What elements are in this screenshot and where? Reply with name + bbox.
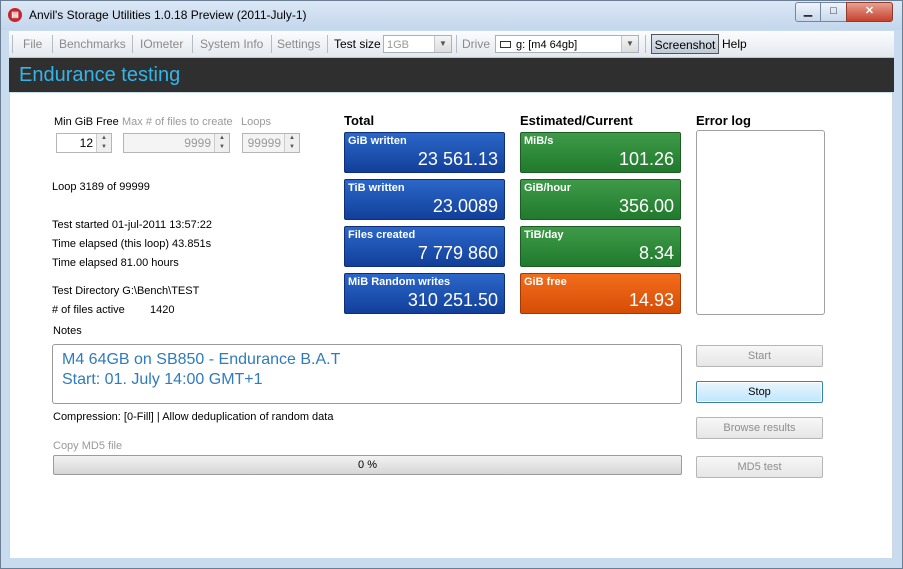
notes-label: Notes xyxy=(53,325,82,337)
compression-info: Compression: [0-Fill] | Allow deduplicat… xyxy=(53,411,334,423)
min-free-input[interactable]: 12 ▲ ▼ xyxy=(56,133,112,153)
menu-separator xyxy=(327,35,328,53)
app-logo-icon: ▤ xyxy=(8,8,22,22)
test-started: Test started 01-jul-2011 13:57:22 xyxy=(52,219,213,231)
min-free-value: 12 xyxy=(79,136,93,150)
max-files-value: 9999 xyxy=(184,136,211,150)
spin-down-icon[interactable]: ▼ xyxy=(284,143,299,152)
notes-line-2: Start: 01. July 14:00 GMT+1 xyxy=(62,371,263,388)
tile-tib-written: TiB written 23.0089 xyxy=(344,179,505,220)
tile-files-created: Files created 7 779 860 xyxy=(344,226,505,267)
min-free-label: Min GiB Free xyxy=(54,116,119,128)
menu-bar: File Benchmarks IOmeter System Info Sett… xyxy=(9,31,894,58)
drive-icon xyxy=(500,41,511,48)
tile-mib-random-writes: MiB Random writes 310 251.50 xyxy=(344,273,505,314)
tile-label: GiB free xyxy=(524,276,567,288)
tile-label: Files created xyxy=(348,229,416,241)
title-bar: ▤ Anvil's Storage Utilities 1.0.18 Previ… xyxy=(1,1,902,30)
tile-mib-per-s: MiB/s 101.26 xyxy=(520,132,681,173)
menu-separator xyxy=(12,35,13,53)
test-size-label: Test size xyxy=(334,37,381,51)
tile-label: TiB/day xyxy=(524,229,564,241)
menu-file[interactable]: File xyxy=(23,37,42,51)
drive-label: Drive xyxy=(462,37,491,51)
spin-up-icon[interactable]: ▲ xyxy=(96,134,111,143)
screenshot-button[interactable]: Screenshot xyxy=(651,34,719,54)
loop-status: Loop 3189 of 99999 xyxy=(52,181,150,193)
window-title: Anvil's Storage Utilities 1.0.18 Preview… xyxy=(29,8,307,22)
tile-gib-per-hour: GiB/hour 356.00 xyxy=(520,179,681,220)
tile-value: 8.34 xyxy=(638,243,674,263)
loops-input[interactable]: 99999 ▲ ▼ xyxy=(242,133,300,153)
tile-label: MiB Random writes xyxy=(348,276,451,288)
loops-value: 99999 xyxy=(247,136,281,150)
test-size-select[interactable]: 1GB ▼ xyxy=(383,35,452,53)
chevron-down-icon: ▼ xyxy=(434,36,451,52)
drive-select[interactable]: g: [m4 64gb] ▼ xyxy=(495,35,639,53)
current-heading: Estimated/Current xyxy=(520,113,633,128)
total-heading: Total xyxy=(344,113,375,128)
menu-separator xyxy=(645,35,646,53)
page-title: Endurance testing xyxy=(19,64,181,86)
files-active-label: # of files active xyxy=(52,304,125,316)
tile-value: 310 251.50 xyxy=(407,290,498,310)
chevron-down-icon: ▼ xyxy=(621,36,638,52)
notes-textarea[interactable]: M4 64GB on SB850 - Endurance B.A.T Start… xyxy=(52,344,682,404)
tile-gib-written: GiB written 23 561.13 xyxy=(344,132,505,173)
files-active-value: 1420 xyxy=(150,304,175,316)
spin-up-icon[interactable]: ▲ xyxy=(214,134,229,143)
tile-value: 23.0089 xyxy=(432,196,498,216)
test-directory: Test Directory G:\Bench\TEST xyxy=(52,285,200,297)
close-button[interactable]: ✕ xyxy=(846,2,893,22)
main-panel: Min GiB Free 12 ▲ ▼ Max # of files to cr… xyxy=(9,93,893,558)
spin-down-icon[interactable]: ▼ xyxy=(96,143,111,152)
menu-help[interactable]: Help xyxy=(722,37,747,51)
tile-value: 356.00 xyxy=(618,196,674,216)
menu-separator xyxy=(456,35,457,53)
error-log-box[interactable] xyxy=(696,130,825,315)
tile-gib-free: GiB free 14.93 xyxy=(520,273,681,314)
page-header: Endurance testing xyxy=(9,58,894,92)
test-size-value: 1GB xyxy=(387,39,410,51)
tile-value: 101.26 xyxy=(618,149,674,169)
menu-settings[interactable]: Settings xyxy=(277,37,320,51)
menu-iometer[interactable]: IOmeter xyxy=(140,37,183,51)
drive-value: g: [m4 64gb] xyxy=(516,39,578,51)
menu-system-info[interactable]: System Info xyxy=(200,37,263,51)
browse-results-button[interactable]: Browse results xyxy=(696,417,823,439)
menu-separator xyxy=(132,35,133,53)
maximize-button[interactable]: □ xyxy=(820,2,847,22)
loops-label: Loops xyxy=(241,116,271,128)
menu-benchmarks[interactable]: Benchmarks xyxy=(59,37,126,51)
tile-label: GiB written xyxy=(348,135,407,147)
stop-button[interactable]: Stop xyxy=(696,381,823,403)
tile-value: 14.93 xyxy=(628,290,674,310)
elapsed-loop: Time elapsed (this loop) 43.851s xyxy=(52,238,212,250)
app-window: ▤ Anvil's Storage Utilities 1.0.18 Previ… xyxy=(0,0,903,569)
error-log-heading: Error log xyxy=(696,113,751,128)
tile-tib-per-day: TiB/day 8.34 xyxy=(520,226,681,267)
progress-text: 0 % xyxy=(358,459,377,471)
elapsed-total: Time elapsed 81.00 hours xyxy=(52,257,179,269)
tile-label: GiB/hour xyxy=(524,182,572,194)
start-button[interactable]: Start xyxy=(696,345,823,367)
md5-label: Copy MD5 file xyxy=(53,440,123,452)
md5-progress-bar: 0 % xyxy=(53,455,682,475)
tile-value: 7 779 860 xyxy=(417,243,498,263)
tile-label: MiB/s xyxy=(524,135,554,147)
spin-down-icon[interactable]: ▼ xyxy=(214,143,229,152)
menu-separator xyxy=(271,35,272,53)
notes-line-1: M4 64GB on SB850 - Endurance B.A.T xyxy=(62,351,341,368)
max-files-label: Max # of files to create xyxy=(122,116,233,128)
tile-value: 23 561.13 xyxy=(417,149,498,169)
max-files-input[interactable]: 9999 ▲ ▼ xyxy=(123,133,230,153)
menu-separator xyxy=(52,35,53,53)
menu-separator xyxy=(192,35,193,53)
minimize-button[interactable]: ▁ xyxy=(795,2,821,22)
spin-up-icon[interactable]: ▲ xyxy=(284,134,299,143)
tile-label: TiB written xyxy=(348,182,405,194)
md5-test-button[interactable]: MD5 test xyxy=(696,456,823,478)
